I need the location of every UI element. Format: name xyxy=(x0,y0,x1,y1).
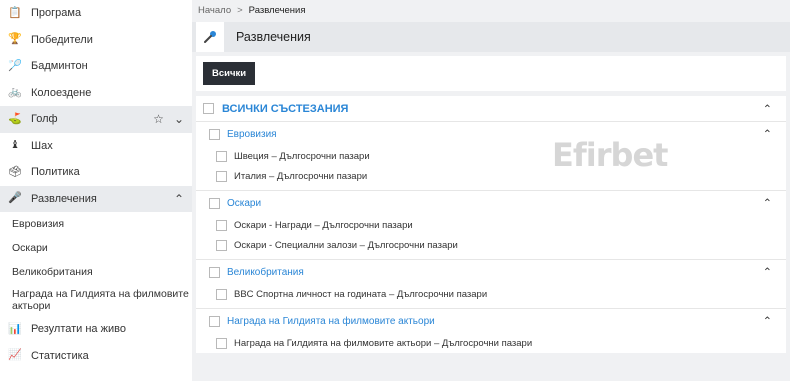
sidebar-item-label: Победители xyxy=(31,33,93,46)
chevron-up-icon[interactable]: ⌃ xyxy=(763,266,772,279)
item-label: Оскари - Награди – Дългосрочни пазари xyxy=(234,219,413,231)
trophy-icon: 🏆 xyxy=(8,33,22,46)
item-checkbox[interactable] xyxy=(216,150,227,162)
competition-group: Награда на Гилдията на филмовите актьори… xyxy=(196,309,786,353)
star-icon[interactable]: ☆ xyxy=(153,112,164,126)
item-checkbox[interactable] xyxy=(216,219,227,231)
sidebar-item-label: Голф xyxy=(31,113,58,126)
sidebar-subitem-sag-awards[interactable]: Награда на Гилдията на филмовите актьори xyxy=(0,284,192,316)
sidebar-item-badminton[interactable]: 🏸 Бадминтон xyxy=(0,53,192,80)
sidebar-item-chess[interactable]: ♝ Шах xyxy=(0,133,192,160)
list-item[interactable]: Награда на Гилдията на филмовите актьори… xyxy=(196,333,786,353)
live-scores-icon: 📊 xyxy=(8,322,22,335)
chess-icon: ♝ xyxy=(10,139,20,152)
item-checkbox[interactable] xyxy=(216,337,227,349)
all-button[interactable]: Всички xyxy=(203,62,256,85)
list-item[interactable]: Оскари - Награди – Дългосрочни пазари xyxy=(196,215,786,235)
sidebar-item-golf[interactable]: ⛳ Голф ☆ ⌄ xyxy=(0,106,192,133)
chevron-up-icon[interactable]: ⌃ xyxy=(174,192,184,206)
sidebar-item-label: Шах xyxy=(31,139,53,152)
group-checkbox[interactable] xyxy=(209,197,220,209)
sidebar-item-politics[interactable]: 🗳 Политика xyxy=(0,159,192,186)
sidebar-item-program[interactable]: 📋 Програма xyxy=(0,0,192,27)
statistics-icon: 📈 xyxy=(8,349,22,362)
competition-group: Оскари ⌃ Оскари - Награди – Дългосрочни … xyxy=(196,191,786,260)
item-label: Оскари - Специални залози – Дългосрочни … xyxy=(234,239,458,251)
sidebar-item-cycling[interactable]: 🚲 Колоездене xyxy=(0,80,192,107)
competition-group: Великобритания ⌃ BBC Спортна личност на … xyxy=(196,260,786,309)
page-title: Развлечения xyxy=(236,30,311,44)
sidebar-subitem-eurovision[interactable]: Евровизия xyxy=(0,212,192,236)
main-content: Начало > Развлечения Развлечения Всички … xyxy=(192,0,790,381)
competition-group: Евровизия ⌃ Швеция – Дългосрочни пазари … xyxy=(196,122,786,191)
item-label: Италия – Дългосрочни пазари xyxy=(234,170,368,182)
sidebar-subitem-oscars[interactable]: Оскари xyxy=(0,236,192,260)
clipboard-icon: 📋 xyxy=(8,6,22,19)
list-item[interactable]: BBC Спортна личност на годината – Дългос… xyxy=(196,284,786,304)
sidebar-item-label: Политика xyxy=(31,166,80,179)
shuttlecock-icon: 🏸 xyxy=(8,59,22,72)
group-label: Великобритания xyxy=(227,266,304,278)
sidebar-item-label: Развлечения xyxy=(31,192,97,205)
watermark-logo: Efirbet xyxy=(552,136,668,174)
list-item[interactable]: Оскари - Специални залози – Дългосрочни … xyxy=(196,235,786,255)
group-checkbox[interactable] xyxy=(209,128,220,140)
list-item[interactable]: Швеция – Дългосрочни пазари xyxy=(196,146,786,166)
item-label: Награда на Гилдията на филмовите актьори… xyxy=(234,337,533,349)
sidebar-item-statistics[interactable]: 📈 Статистика xyxy=(0,343,192,370)
group-header-great-britain[interactable]: Великобритания ⌃ xyxy=(196,260,786,284)
competitions-list: ВСИЧКИ СЪСТЕЗАНИЯ ⌃ Евровизия ⌃ Швеция –… xyxy=(196,96,786,353)
chevron-up-icon[interactable]: ⌃ xyxy=(763,315,772,328)
filter-panel: Всички xyxy=(196,56,786,91)
all-competitions-row[interactable]: ВСИЧКИ СЪСТЕЗАНИЯ ⌃ xyxy=(196,96,786,122)
sidebar-item-winners[interactable]: 🏆 Победители xyxy=(0,27,192,54)
group-label: Евровизия xyxy=(227,128,277,140)
microphone-icon xyxy=(196,22,224,52)
group-header-sag-awards[interactable]: Награда на Гилдията на филмовите актьори… xyxy=(196,309,786,333)
bicycle-icon: 🚲 xyxy=(8,86,22,99)
sidebar-item-label: Бадминтон xyxy=(31,60,88,73)
item-checkbox[interactable] xyxy=(216,239,227,251)
group-checkbox[interactable] xyxy=(209,266,220,278)
sidebar-item-label: Резултати на живо xyxy=(31,323,126,336)
golf-icon: ⛳ xyxy=(8,112,22,125)
microphone-icon: 🎤 xyxy=(8,192,22,205)
chevron-up-icon[interactable]: ⌃ xyxy=(763,197,772,210)
group-label: Оскари xyxy=(227,197,262,209)
breadcrumb-separator: > xyxy=(237,4,243,16)
group-checkbox[interactable] xyxy=(209,315,220,327)
item-checkbox[interactable] xyxy=(216,170,227,182)
sidebar-item-label: Статистика xyxy=(31,349,89,362)
all-competitions-checkbox[interactable] xyxy=(203,103,214,114)
group-label: Награда на Гилдията на филмовите актьори xyxy=(227,315,435,327)
chevron-up-icon[interactable]: ⌃ xyxy=(763,102,772,115)
group-header-eurovision[interactable]: Евровизия ⌃ xyxy=(196,122,786,146)
item-label: Швеция – Дългосрочни пазари xyxy=(234,150,370,162)
item-label: BBC Спортна личност на годината – Дългос… xyxy=(234,288,488,300)
chevron-down-icon[interactable]: ⌄ xyxy=(174,112,184,126)
list-item[interactable]: Италия – Дългосрочни пазари xyxy=(196,166,786,186)
all-competitions-label: ВСИЧКИ СЪСТЕЗАНИЯ xyxy=(222,102,349,115)
sidebar-item-entertainment[interactable]: 🎤 Развлечения ⌃ xyxy=(0,185,192,212)
breadcrumb: Начало > Развлечения xyxy=(192,0,790,20)
sidebar-item-label: Програма xyxy=(31,7,82,20)
page-header: Развлечения xyxy=(192,22,790,52)
item-checkbox[interactable] xyxy=(216,288,227,300)
podium-icon: 🗳 xyxy=(8,165,22,178)
chevron-up-icon[interactable]: ⌃ xyxy=(763,128,772,141)
sidebar-item-label: Колоездене xyxy=(31,86,92,99)
breadcrumb-home[interactable]: Начало xyxy=(198,5,231,16)
breadcrumb-current: Развлечения xyxy=(248,4,306,16)
sidebar-item-live-results[interactable]: 📊 Резултати на живо xyxy=(0,316,192,343)
sidebar: 📋 Програма 🏆 Победители 🏸 Бадминтон 🚲 Ко… xyxy=(0,0,192,381)
sidebar-subitem-great-britain[interactable]: Великобритания xyxy=(0,260,192,284)
group-header-oscars[interactable]: Оскари ⌃ xyxy=(196,191,786,215)
